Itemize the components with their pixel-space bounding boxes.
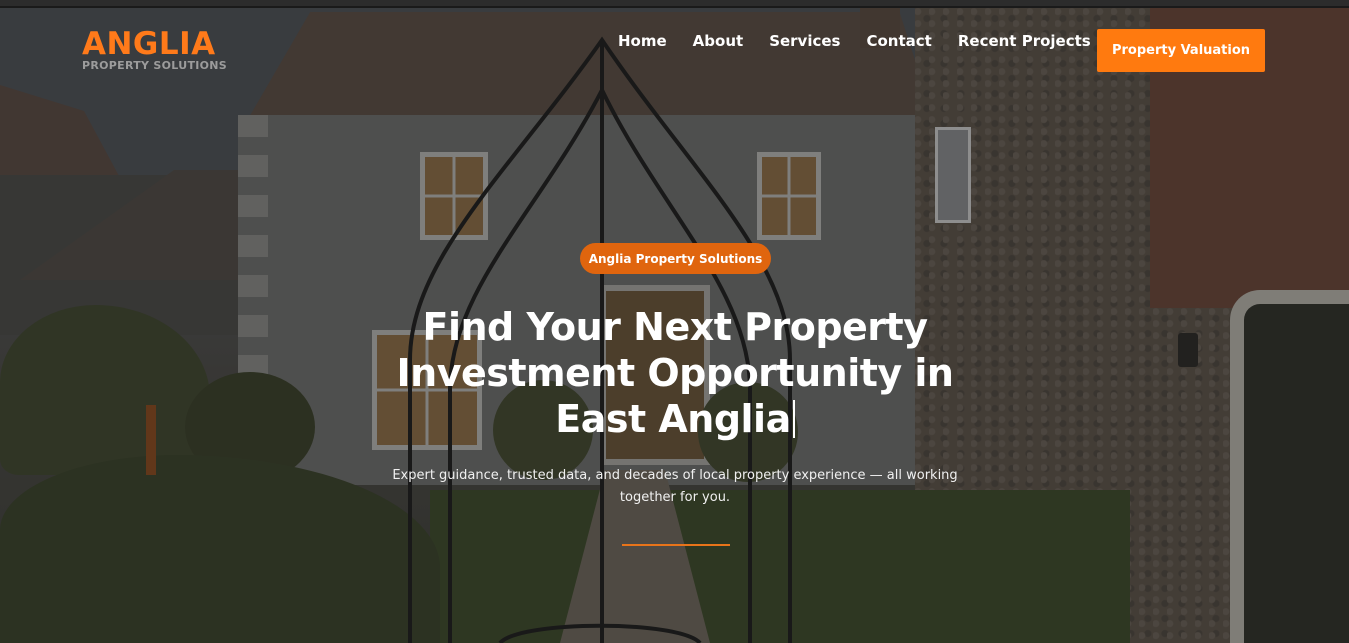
main-navigation: Home About Services Contact Recent Proje…: [605, 32, 1104, 50]
typing-cursor: [792, 400, 795, 438]
hero-subtext: Expert guidance, trusted data, and decad…: [392, 468, 958, 505]
hero-headline: Find Your Next Property Investment Oppor…: [360, 304, 990, 442]
hero-divider: [622, 544, 730, 546]
headline-line-1: Find Your Next Property: [422, 305, 928, 349]
headline-line-2: Investment Opportunity in: [396, 351, 954, 395]
nav-link-services[interactable]: Services: [769, 32, 840, 50]
hero-badge: Anglia Property Solutions: [580, 243, 771, 274]
nav-link-home[interactable]: Home: [618, 32, 667, 50]
property-valuation-button[interactable]: Property Valuation: [1097, 29, 1265, 72]
logo-wordmark: ANGLIA: [82, 26, 216, 62]
site-logo[interactable]: ANGLIA PROPERTY SOLUTIONS: [82, 28, 227, 71]
nav-link-contact[interactable]: Contact: [866, 32, 931, 50]
nav-link-about[interactable]: About: [693, 32, 744, 50]
headline-line-3: East Anglia: [555, 397, 791, 441]
logo-tagline: PROPERTY SOLUTIONS: [82, 59, 228, 72]
nav-link-recent-projects[interactable]: Recent Projects: [958, 32, 1091, 50]
